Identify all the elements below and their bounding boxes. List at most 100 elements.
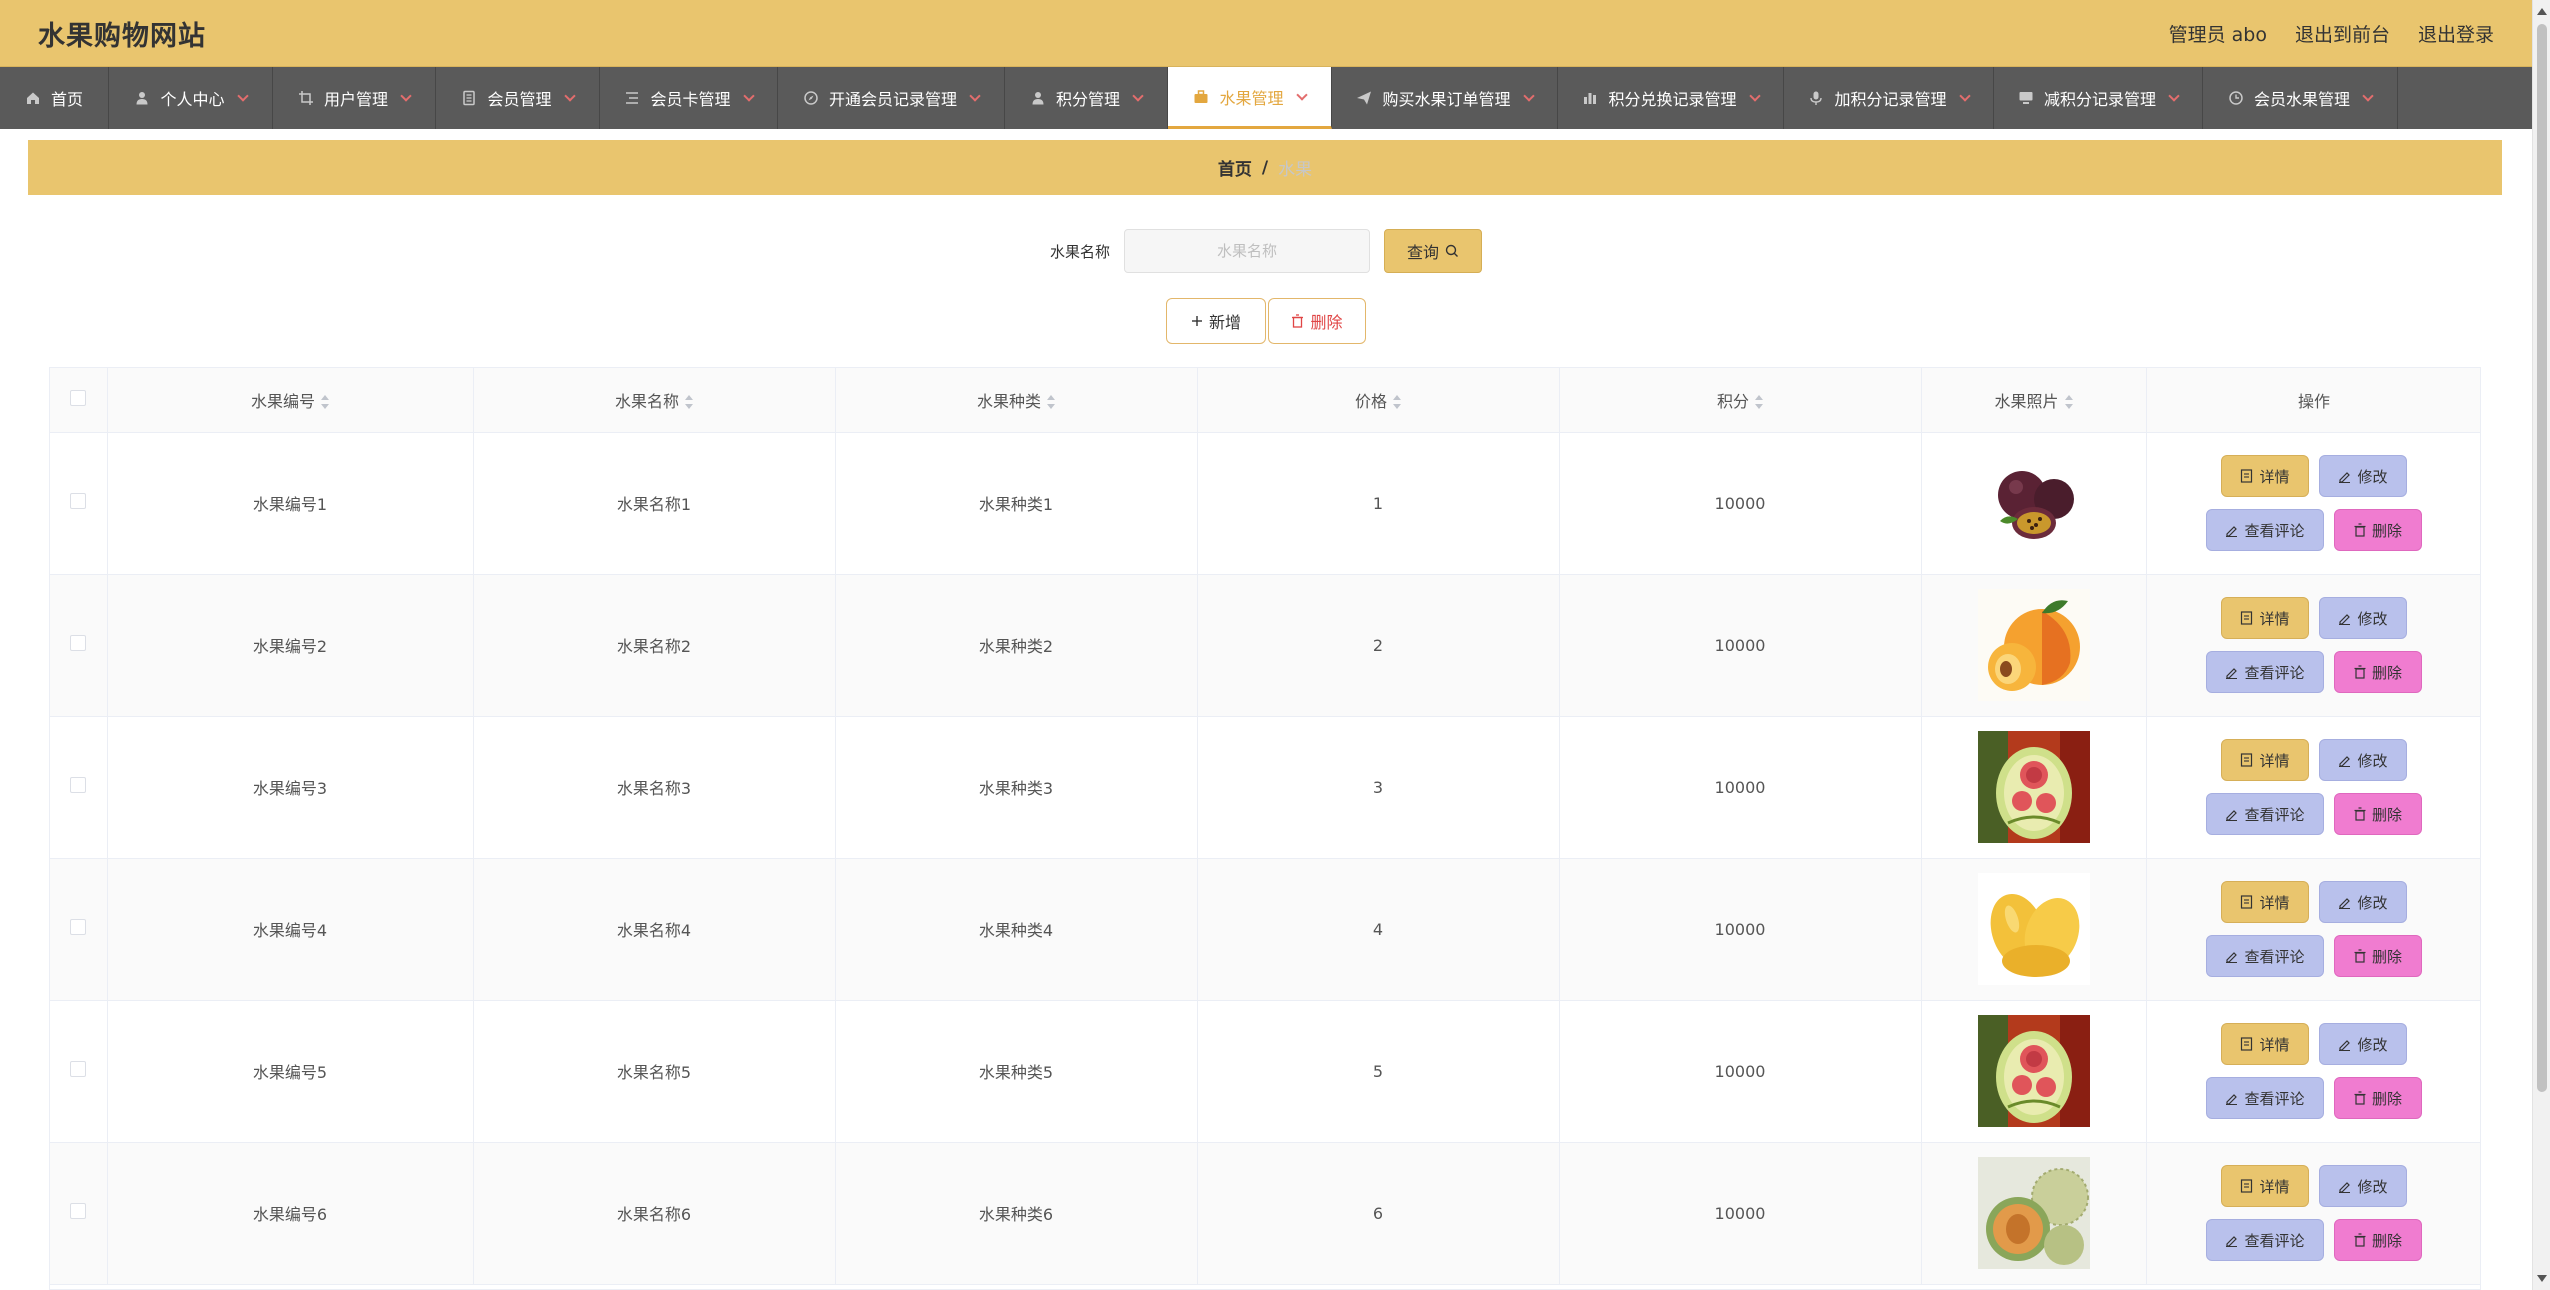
fruit-code-cell: 水果编号4 (107, 858, 474, 1001)
scroll-down-arrow-icon[interactable] (2537, 1275, 2547, 1282)
row-checkbox[interactable] (70, 493, 87, 509)
row-checkbox[interactable] (70, 635, 87, 651)
sort-icon[interactable] (1047, 395, 1055, 410)
nav-item-12[interactable]: 会员水果管理 (2203, 67, 2398, 129)
search-input[interactable] (1124, 229, 1370, 273)
document-icon (2241, 895, 2253, 909)
fruit-photo-cell (1921, 1142, 2147, 1285)
row-checkbox[interactable] (70, 1203, 87, 1219)
edit-button[interactable]: 修改 (2319, 739, 2407, 781)
breadcrumb-home[interactable]: 首页 (1218, 155, 1252, 180)
fruit-photo-apricot[interactable] (1977, 589, 2090, 701)
top-links: 管理员 abo 退出到前台 退出登录 (2169, 20, 2494, 47)
edit-button[interactable]: 修改 (2319, 1165, 2407, 1207)
nav-item-2[interactable]: 用户管理 (273, 67, 436, 129)
delete-button[interactable]: 删除 (2334, 1077, 2422, 1119)
delete-button[interactable]: 删除 (2334, 793, 2422, 835)
fruit-photo-carved-watermelon[interactable] (1977, 731, 2090, 843)
nav-item-5[interactable]: 开通会员记录管理 (778, 67, 1005, 129)
nav-item-7[interactable]: 水果管理 (1168, 67, 1332, 129)
detail-button[interactable]: 详情 (2221, 739, 2309, 781)
nav-item-8[interactable]: 购买水果订单管理 (1332, 67, 1558, 129)
briefcase-icon (1194, 89, 1208, 103)
select-all-checkbox[interactable] (70, 389, 87, 406)
nav-item-6[interactable]: 积分管理 (1005, 67, 1168, 129)
nav-item-0[interactable]: 首页 (0, 67, 109, 129)
row-checkbox[interactable] (70, 777, 87, 793)
fruit-points-cell: 10000 (1559, 574, 1922, 717)
edit-button[interactable]: 修改 (2319, 1023, 2407, 1065)
nav-item-10[interactable]: 加积分记录管理 (1784, 67, 1994, 129)
detail-button[interactable]: 详情 (2221, 455, 2309, 497)
document-icon (463, 90, 476, 106)
ops-cell: 详情 修改查看评论 删除 (2146, 1142, 2480, 1285)
column-header-name[interactable]: 水果名称 (473, 368, 836, 433)
view-reviews-button[interactable]: 查看评论 (2206, 935, 2324, 977)
column-header-price[interactable]: 价格 (1197, 368, 1560, 433)
edit-button[interactable]: 修改 (2319, 597, 2407, 639)
chevron-down-icon (400, 90, 412, 102)
sort-icon[interactable] (685, 395, 693, 410)
document-icon (2241, 1179, 2253, 1193)
edit-button[interactable]: 修改 (2319, 881, 2407, 923)
breadcrumb-current: 水果 (1278, 160, 1313, 180)
edit-icon (2339, 1182, 2351, 1193)
page-scrollbar[interactable] (2532, 0, 2550, 1290)
detail-button[interactable]: 详情 (2221, 881, 2309, 923)
ops-cell: 详情 修改查看评论 删除 (2146, 1000, 2480, 1143)
chevron-down-icon (1522, 90, 1535, 102)
detail-button[interactable]: 详情 (2221, 1165, 2309, 1207)
delete-button[interactable]: 删除 (2334, 509, 2422, 551)
sort-icon[interactable] (1393, 395, 1401, 410)
fruit-photo-carved-watermelon[interactable] (1977, 1015, 2090, 1127)
scroll-thumb[interactable] (2537, 24, 2547, 1092)
scroll-up-arrow-icon[interactable] (2537, 8, 2547, 15)
column-header-photo[interactable]: 水果照片 (1921, 368, 2147, 433)
delete-button[interactable]: 删除 (2334, 1219, 2422, 1261)
clock-icon (2229, 91, 2243, 105)
document-icon (2241, 611, 2253, 625)
to-front-link[interactable]: 退出到前台 (2295, 20, 2390, 47)
search-button[interactable]: 查询 (1384, 229, 1482, 273)
column-header-points[interactable]: 积分 (1559, 368, 1922, 433)
view-reviews-button[interactable]: 查看评论 (2206, 793, 2324, 835)
ops-cell: 详情 修改查看评论 删除 (2146, 716, 2480, 859)
chevron-down-icon (2168, 90, 2180, 102)
row-checkbox[interactable] (70, 1061, 87, 1077)
nav-item-1[interactable]: 个人中心 (109, 67, 273, 129)
compass-icon (804, 91, 818, 105)
nav-item-4[interactable]: 会员卡管理 (600, 67, 778, 129)
fruit-photo-passion-fruit[interactable] (1977, 447, 2090, 559)
view-reviews-button[interactable]: 查看评论 (2206, 651, 2324, 693)
fruit-points-cell: 10000 (1559, 1000, 1922, 1143)
chart-icon (1584, 93, 1597, 104)
view-reviews-button[interactable]: 查看评论 (2206, 1219, 2324, 1261)
edit-button[interactable]: 修改 (2319, 455, 2407, 497)
sort-icon[interactable] (321, 395, 329, 410)
batch-delete-button[interactable]: 删除 (1268, 298, 1366, 344)
detail-button[interactable]: 详情 (2221, 1023, 2309, 1065)
row-select-cell (50, 574, 108, 717)
nav-item-11[interactable]: 减积分记录管理 (1994, 67, 2203, 129)
edit-icon (2226, 1094, 2238, 1105)
fruit-photo-melon[interactable] (1977, 1157, 2090, 1269)
delete-button[interactable]: 删除 (2334, 935, 2422, 977)
delete-button[interactable]: 删除 (2334, 651, 2422, 693)
nav-item-9[interactable]: 积分兑换记录管理 (1558, 67, 1784, 129)
sort-icon[interactable] (2064, 395, 2073, 410)
home-icon (26, 92, 39, 104)
detail-button[interactable]: 详情 (2221, 597, 2309, 639)
fruit-photo-mango[interactable] (1977, 873, 2090, 985)
sort-icon[interactable] (1755, 395, 1763, 410)
column-header-kind[interactable]: 水果种类 (835, 368, 1198, 433)
view-reviews-button[interactable]: 查看评论 (2206, 509, 2324, 551)
add-button[interactable]: 新增 (1166, 298, 1266, 344)
document-icon (2241, 753, 2253, 767)
column-header-code[interactable]: 水果编号 (107, 368, 474, 433)
fruit-code-cell: 水果编号1 (107, 432, 474, 575)
row-checkbox[interactable] (70, 919, 87, 935)
logout-link[interactable]: 退出登录 (2418, 20, 2494, 47)
chevron-down-icon (563, 90, 576, 102)
nav-item-3[interactable]: 会员管理 (436, 67, 600, 129)
view-reviews-button[interactable]: 查看评论 (2206, 1077, 2324, 1119)
